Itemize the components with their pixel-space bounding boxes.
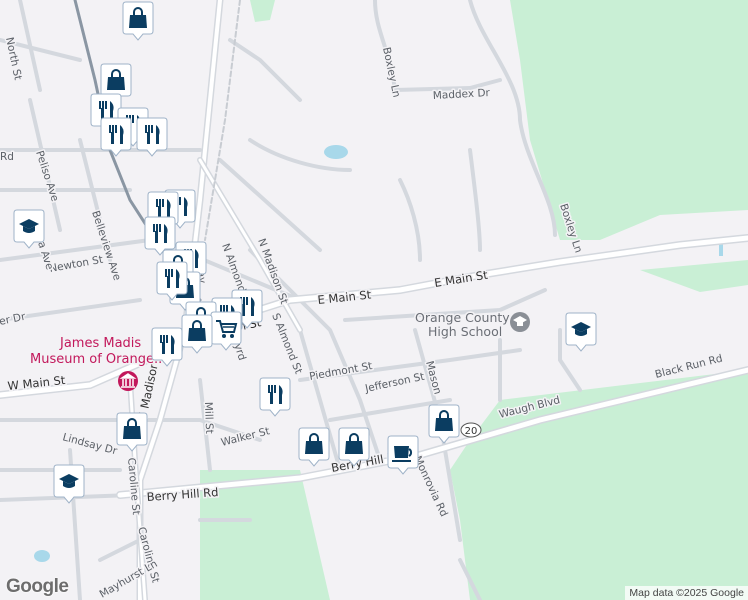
museum-label-line1: James Madis bbox=[59, 336, 141, 351]
shopping-marker[interactable] bbox=[181, 314, 213, 354]
s-almond-st-label: S Almond St bbox=[269, 312, 304, 376]
education-marker[interactable] bbox=[53, 464, 85, 504]
shopping-marker[interactable] bbox=[428, 404, 460, 444]
park-east bbox=[510, 0, 748, 240]
shopping-marker[interactable] bbox=[122, 1, 154, 41]
coffee-marker[interactable] bbox=[387, 435, 419, 475]
jefferson-st-label: Jefferson St bbox=[363, 371, 425, 395]
boxley-ln-label-1: Boxley Ln bbox=[380, 46, 402, 98]
route-20-shield: 20 bbox=[460, 422, 482, 438]
restaurant-marker[interactable] bbox=[136, 117, 168, 157]
maddex-dr-label: Maddex Dr bbox=[433, 87, 491, 102]
restaurant-marker[interactable] bbox=[151, 327, 183, 367]
shopping-marker[interactable] bbox=[298, 427, 330, 467]
mason-label: Mason bbox=[423, 360, 443, 396]
piedmont-st-label: Piedmont St bbox=[308, 360, 373, 383]
shopping-marker[interactable] bbox=[116, 412, 148, 452]
education-marker[interactable] bbox=[565, 312, 597, 352]
park-northeast-corner bbox=[640, 260, 748, 292]
water-sw bbox=[34, 550, 50, 562]
school-label-line1: Orange County bbox=[415, 310, 510, 325]
restaurant-marker[interactable] bbox=[259, 377, 291, 417]
e-main-st-label-2: E Main St bbox=[433, 268, 489, 290]
er-dr-label: er Dr bbox=[0, 311, 27, 328]
museum-label-line2: Museum of Orange... bbox=[30, 352, 166, 367]
museum-icon[interactable] bbox=[118, 371, 138, 391]
restaurant-marker[interactable] bbox=[156, 261, 188, 301]
north-st-label: North St bbox=[3, 36, 24, 81]
caroline-st-label-1: Caroline St bbox=[125, 457, 142, 515]
pond bbox=[324, 145, 348, 159]
mill-st-label: Mill St bbox=[202, 402, 215, 434]
rd-stub-label: Rd bbox=[0, 151, 14, 163]
map-attribution[interactable]: Map data ©2025 Google bbox=[625, 586, 748, 600]
restaurant-marker[interactable] bbox=[100, 117, 132, 157]
route-20-label: 20 bbox=[465, 426, 478, 437]
restaurant-marker[interactable] bbox=[144, 216, 176, 256]
education-marker[interactable] bbox=[13, 209, 45, 249]
school-graduation-icon[interactable] bbox=[510, 312, 530, 332]
e-main-st-label-1: E Main St bbox=[317, 287, 372, 307]
newton-st-label: Newton St bbox=[48, 254, 103, 275]
map-canvas[interactable]: 20 E Main St E Main St W Main St W Main … bbox=[0, 0, 748, 600]
cart-marker[interactable] bbox=[210, 311, 242, 351]
google-logo: Google bbox=[6, 576, 69, 597]
school-label-line2: High School bbox=[428, 324, 502, 339]
peliso-ave-label: Peliso Ave bbox=[33, 149, 61, 203]
shopping-marker[interactable] bbox=[338, 427, 370, 467]
park-north-small bbox=[250, 0, 275, 22]
